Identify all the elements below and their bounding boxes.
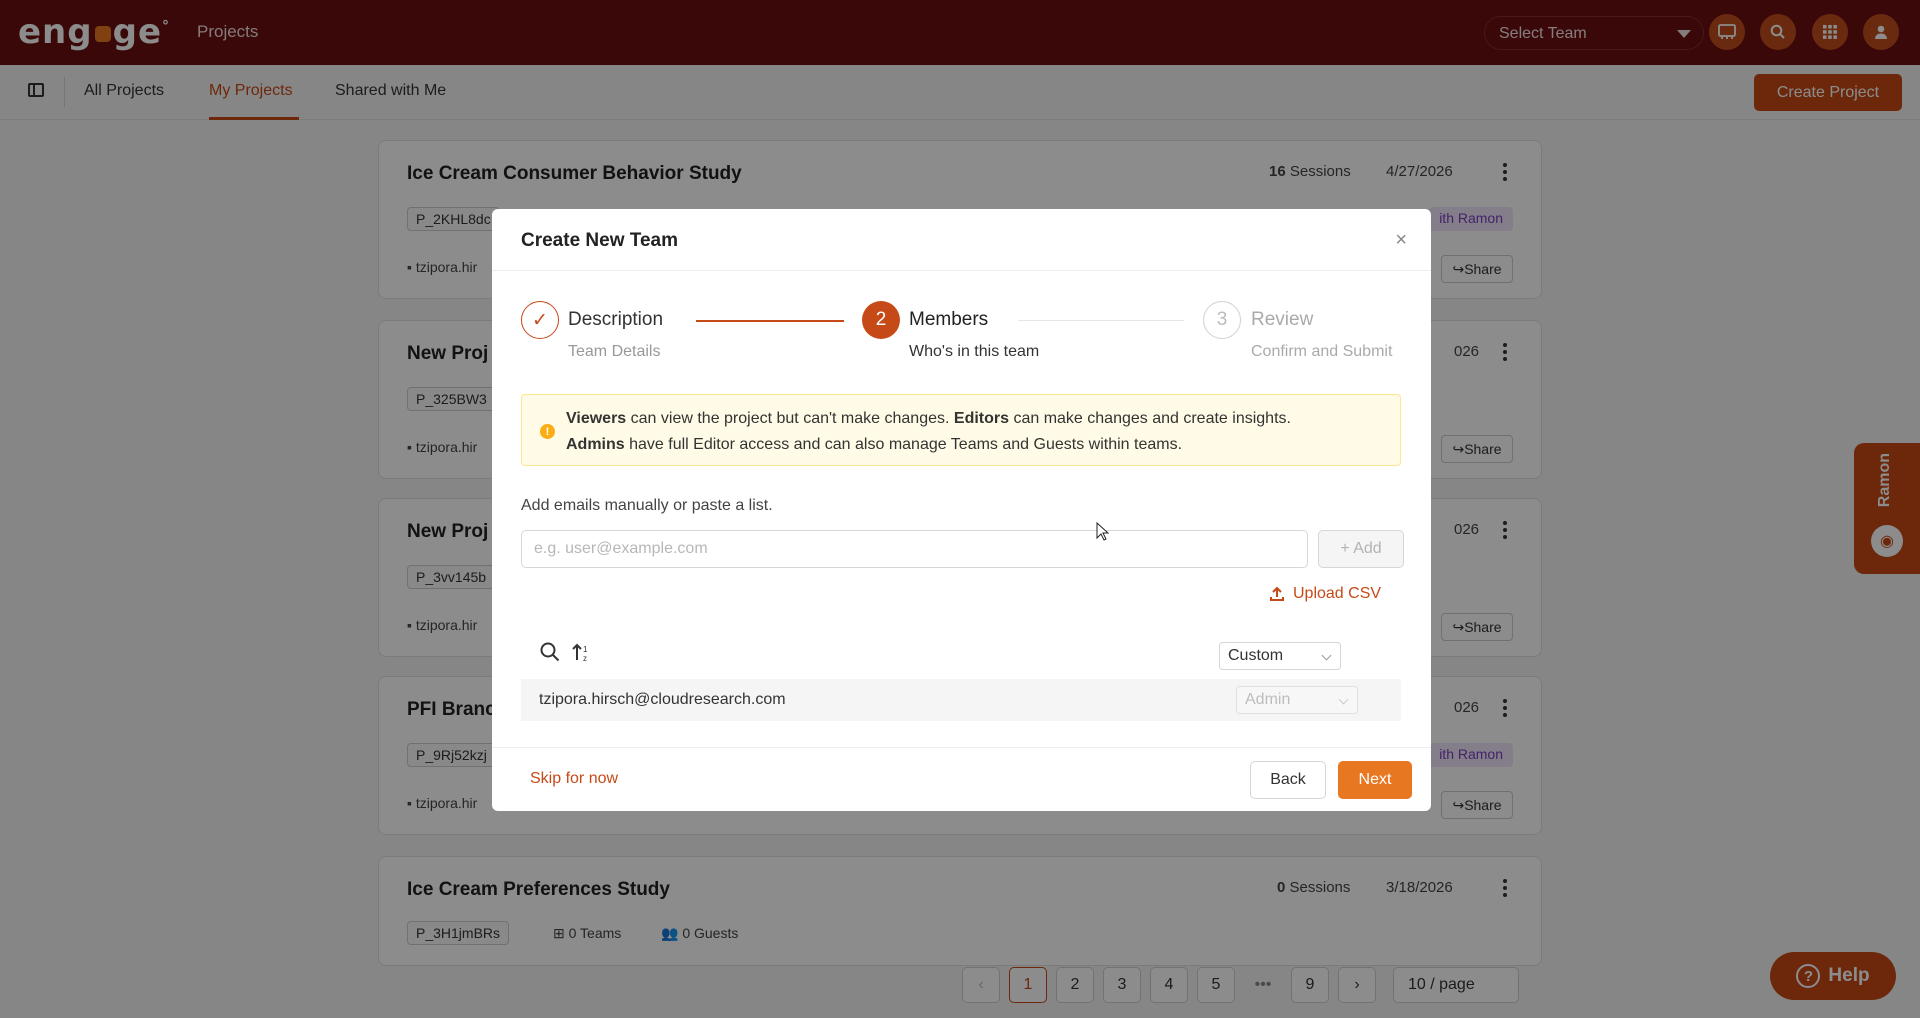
step-connector (1018, 320, 1184, 321)
search-icon[interactable] (539, 641, 561, 663)
default-role-select[interactable]: Custom (1219, 642, 1341, 670)
close-icon[interactable]: × (1395, 229, 1407, 252)
svg-text:z: z (583, 654, 587, 663)
default-role-value: Custom (1228, 647, 1284, 664)
member-row: tzipora.hirsch@cloudresearch.com Admin (521, 679, 1401, 721)
add-email-button[interactable]: + Add (1318, 530, 1404, 568)
member-role-value: Admin (1245, 691, 1291, 708)
warning-icon: ! (540, 424, 555, 439)
upload-csv-button[interactable]: Upload CSV (1269, 585, 1381, 603)
svg-text:1: 1 (583, 645, 588, 654)
step-subtitle: Who's in this team (909, 343, 1040, 360)
upload-csv-label: Upload CSV (1293, 585, 1382, 602)
sort-icon[interactable]: 1z (571, 641, 593, 663)
next-button[interactable]: Next (1338, 761, 1412, 799)
upload-icon (1270, 586, 1284, 601)
permissions-info-box: ! Viewers can view the project but can't… (521, 394, 1401, 466)
create-team-modal: Create New Team × ✓ Description Team Det… (492, 209, 1431, 811)
viewers-term: Viewers (566, 410, 627, 427)
step-done-check-icon: ✓ (521, 301, 559, 339)
editors-term: Editors (953, 410, 1010, 427)
step-subtitle: Confirm and Submit (1251, 343, 1393, 360)
chevron-down-icon (1338, 694, 1349, 705)
modal-title: Create New Team (521, 230, 678, 251)
member-role-select: Admin (1236, 686, 1358, 714)
step-title: Review (1251, 309, 1314, 330)
member-list-tools: 1z (539, 641, 593, 663)
admins-desc: have full Editor access and can also man… (624, 436, 1183, 453)
modal-footer: Skip for now Back Next (492, 747, 1431, 811)
skip-for-now-link[interactable]: Skip for now (530, 770, 618, 788)
member-email: tzipora.hirsch@cloudresearch.com (539, 691, 786, 708)
chevron-down-icon (1321, 650, 1332, 661)
permissions-info-text: Viewers can view the project but can't m… (566, 406, 1291, 458)
step-subtitle: Team Details (568, 343, 661, 360)
mouse-cursor-icon (1096, 522, 1110, 541)
admins-term: Admins (566, 436, 625, 453)
step-title: Description (568, 309, 664, 330)
email-input[interactable] (521, 530, 1308, 568)
add-emails-label: Add emails manually or paste a list. (521, 497, 773, 514)
step-connector (696, 320, 844, 322)
modal-header: Create New Team × (492, 209, 1431, 271)
step-title: Members (909, 309, 989, 330)
editors-desc: can make changes and create insights. (1009, 410, 1291, 427)
back-button[interactable]: Back (1250, 761, 1326, 799)
step-number: 3 (1203, 301, 1241, 339)
step-number: 2 (862, 301, 900, 339)
viewers-desc: can view the project but can't make chan… (626, 410, 954, 427)
